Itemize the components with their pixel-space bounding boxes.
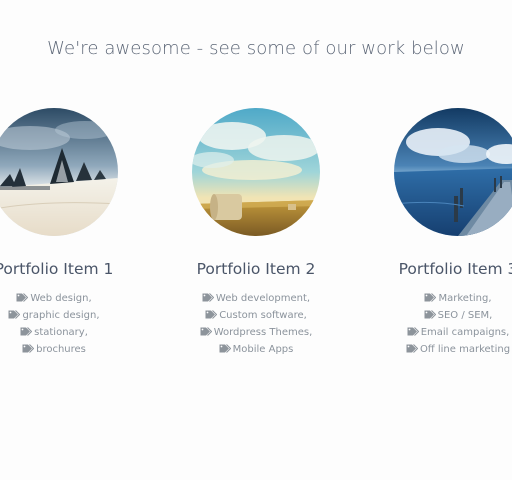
tag-item[interactable]: brochures: [0, 341, 144, 358]
portfolio-image-winter[interactable]: [0, 108, 118, 236]
tag-item[interactable]: Web design,: [0, 290, 144, 307]
section-heading: We're awesome - see some of our work bel…: [47, 38, 465, 59]
tag-label: brochures: [36, 344, 86, 355]
tag-icon: [407, 327, 419, 336]
tag-icon: [424, 310, 436, 319]
tag-icon: [16, 293, 29, 302]
tag-list: Marketing, SEO / SEM, Email campaigns, O…: [368, 290, 512, 358]
tag-icon: [219, 344, 231, 353]
portfolio-item-3[interactable]: Portfolio Item 3 Marketing, SEO / SEM, E…: [368, 108, 512, 368]
tag-item[interactable]: Web development,: [166, 290, 346, 307]
tag-item[interactable]: Email campaigns,: [368, 324, 512, 341]
portfolio-title[interactable]: Portfolio Item 3: [368, 260, 512, 278]
tag-icon: [424, 293, 437, 302]
portfolio-image-hay-field[interactable]: [192, 108, 320, 236]
tag-label: Email campaigns,: [420, 327, 510, 338]
portfolio-item-2[interactable]: Portfolio Item 2 Web development, Custom…: [166, 108, 346, 368]
tag-icon: [22, 344, 35, 353]
tag-list: Web design, graphic design, stationary, …: [0, 290, 144, 358]
tag-label: Wordpress Themes,: [213, 327, 313, 338]
tag-label: Mobile Apps: [232, 344, 294, 355]
tag-icon: [8, 310, 21, 319]
tag-item[interactable]: stationary,: [0, 324, 144, 341]
tag-list: Web development, Custom software, Wordpr…: [166, 290, 346, 358]
tag-label: Off line marketing: [419, 344, 511, 355]
tag-icon: [205, 310, 218, 319]
tag-label: Marketing,: [438, 293, 492, 304]
portfolio-item-1[interactable]: Portfolio Item 1 Web design, graphic des…: [0, 108, 144, 368]
portfolio-title[interactable]: Portfolio Item 2: [166, 260, 346, 278]
tag-item[interactable]: graphic design,: [0, 307, 144, 324]
tag-item[interactable]: SEO / SEM,: [368, 307, 512, 324]
tag-label: stationary,: [34, 327, 88, 338]
tag-label: SEO / SEM,: [437, 310, 493, 321]
tag-icon: [200, 327, 212, 336]
portfolio-title[interactable]: Portfolio Item 1: [0, 260, 144, 278]
tag-item[interactable]: Mobile Apps: [166, 341, 346, 358]
tag-label: Web development,: [215, 293, 311, 304]
tag-label: Custom software,: [219, 310, 307, 321]
tag-icon: [20, 327, 33, 336]
tag-item[interactable]: Marketing,: [368, 290, 512, 307]
tag-item[interactable]: Off line marketing: [368, 341, 512, 358]
tag-label: graphic design,: [22, 310, 100, 321]
tag-label: Web design,: [30, 293, 92, 304]
portfolio-image-sea-pier[interactable]: [394, 108, 512, 236]
tag-icon: [202, 293, 214, 302]
tag-item[interactable]: Custom software,: [166, 307, 346, 324]
tag-item[interactable]: Wordpress Themes,: [166, 324, 346, 341]
tag-icon: [406, 344, 418, 353]
